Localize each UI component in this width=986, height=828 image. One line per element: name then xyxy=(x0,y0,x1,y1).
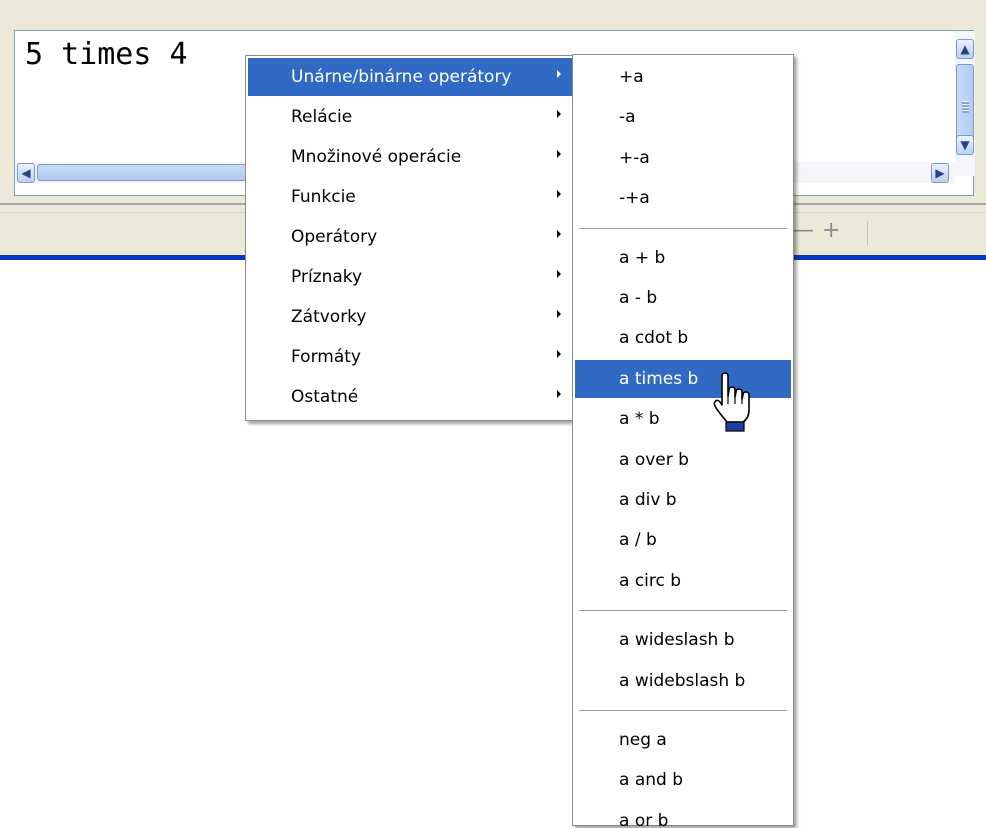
menu-item-label: Príznaky xyxy=(291,267,363,287)
menu-item-label: Formáty xyxy=(291,347,361,367)
submenu-item-a-or-b[interactable]: a or b xyxy=(575,802,791,828)
submenu-item-label: +a xyxy=(619,67,644,87)
menu-item-attributes[interactable]: Príznaky xyxy=(248,258,573,296)
menu-item-relations[interactable]: Relácie xyxy=(248,98,573,136)
submenu-arrow-icon xyxy=(557,310,561,318)
submenu-arrow-icon xyxy=(557,190,561,198)
menu-item-functions[interactable]: Funkcie xyxy=(248,178,573,216)
grip-icon xyxy=(962,101,969,113)
menu-item-label: Zátvorky xyxy=(291,307,367,327)
submenu-arrow-icon xyxy=(557,390,561,398)
submenu-item-a-times-b[interactable]: a times b xyxy=(575,359,791,398)
menu-separator xyxy=(579,610,787,613)
menu-item-formats[interactable]: Formáty xyxy=(248,338,573,376)
menu-item-label: Operátory xyxy=(291,227,378,247)
menu-item-brackets[interactable]: Zátvorky xyxy=(248,298,573,336)
submenu-item-label: +-a xyxy=(619,147,650,168)
scroll-up-icon[interactable]: ▲ xyxy=(956,39,974,59)
submenu-arrow-icon xyxy=(557,270,561,278)
submenu-item-label: -a xyxy=(619,107,636,128)
submenu-item-label: a - b xyxy=(619,288,658,308)
menu-separator xyxy=(579,710,787,712)
menu-item-label: Relácie xyxy=(291,107,353,127)
submenu-item-neg-a[interactable]: neg a xyxy=(575,721,791,759)
submenu-item-label: a * b xyxy=(619,409,660,430)
menu-item-unary-binary-operators[interactable]: Unárne/binárne operátory xyxy=(248,58,573,96)
submenu-item-label: a cdot b xyxy=(619,328,689,349)
submenu-item-a[interactable]: -+a xyxy=(575,179,791,217)
submenu-item-label: -+a xyxy=(619,188,650,209)
submenu-arrow-icon xyxy=(557,350,561,358)
operators-submenu: +a -a +-a -+a a + b a - b a cdot b a times b a *… xyxy=(572,54,794,828)
submenu-item-label: a wideslash b xyxy=(619,630,735,651)
submenu-item-label: a or b xyxy=(619,810,669,828)
submenu-item-a-wideslash-b[interactable]: a wideslash b xyxy=(575,621,791,659)
scroll-left-icon[interactable]: ◀ xyxy=(17,163,35,183)
submenu-item-a-b[interactable]: a / b xyxy=(575,521,791,559)
submenu-item-a-and-b[interactable]: a and b xyxy=(575,761,791,799)
submenu-item-a-over-b[interactable]: a over b xyxy=(575,441,791,479)
submenu-item-label: a / b xyxy=(619,530,657,551)
submenu-item-label: a + b xyxy=(619,247,666,268)
formula-text[interactable]: 5 times 4 xyxy=(25,37,188,72)
submenu-item-a-b[interactable]: a + b xyxy=(575,239,791,277)
menu-separator xyxy=(579,227,787,230)
scroll-right-icon[interactable]: ▶ xyxy=(931,163,949,183)
submenu-arrow-icon xyxy=(557,230,561,238)
submenu-item-a-div-b[interactable]: a div b xyxy=(575,481,791,519)
submenu-item-label: neg a xyxy=(619,730,667,750)
menu-item-label: Ostatné xyxy=(291,387,359,407)
vertical-scrollbar[interactable]: ▲ ▼ xyxy=(955,31,975,176)
submenu-arrow-icon xyxy=(557,70,561,78)
submenu-item-a-b[interactable]: a * b xyxy=(575,400,791,438)
menu-item-operators[interactable]: Operátory xyxy=(248,218,573,256)
submenu-item-label: a over b xyxy=(619,449,689,470)
zoom-in-icon[interactable]: + xyxy=(822,219,840,243)
submenu-arrow-icon xyxy=(557,110,561,118)
menu-item-others[interactable]: Ostatné xyxy=(248,378,573,416)
menu-item-label: Množinové operácie xyxy=(291,147,462,167)
submenu-item-a[interactable]: -a xyxy=(575,98,791,136)
submenu-arrow-icon xyxy=(557,150,561,158)
submenu-item-a[interactable]: +a xyxy=(575,58,791,96)
submenu-item-label: a widebslash b xyxy=(619,670,746,691)
hand-pointer-icon xyxy=(713,372,750,432)
submenu-item-a-widebslash-b[interactable]: a widebslash b xyxy=(575,662,791,700)
zoom-out-icon[interactable]: — xyxy=(792,219,814,243)
submenu-item-label: a circ b xyxy=(619,570,682,591)
toolbar-separator xyxy=(867,221,868,245)
menu-item-label: Funkcie xyxy=(291,187,356,207)
menu-item-label: Unárne/binárne operátory xyxy=(291,67,512,87)
menu-item-set-operations[interactable]: Množinové operácie xyxy=(248,138,573,176)
submenu-item-label: a div b xyxy=(619,490,677,510)
submenu-item-a[interactable]: +-a xyxy=(575,139,791,177)
submenu-item-a-cdot-b[interactable]: a cdot b xyxy=(575,319,791,357)
horizontal-scroll-thumb[interactable] xyxy=(37,164,255,181)
submenu-item-a-b[interactable]: a - b xyxy=(575,279,791,317)
submenu-item-label: a times b xyxy=(619,368,699,389)
scroll-down-icon[interactable]: ▼ xyxy=(956,135,974,155)
submenu-item-a-circ-b[interactable]: a circ b xyxy=(575,562,791,600)
submenu-item-label: a and b xyxy=(619,770,683,791)
context-menu: Unárne/binárne operátory Relácie Množino… xyxy=(245,55,576,421)
